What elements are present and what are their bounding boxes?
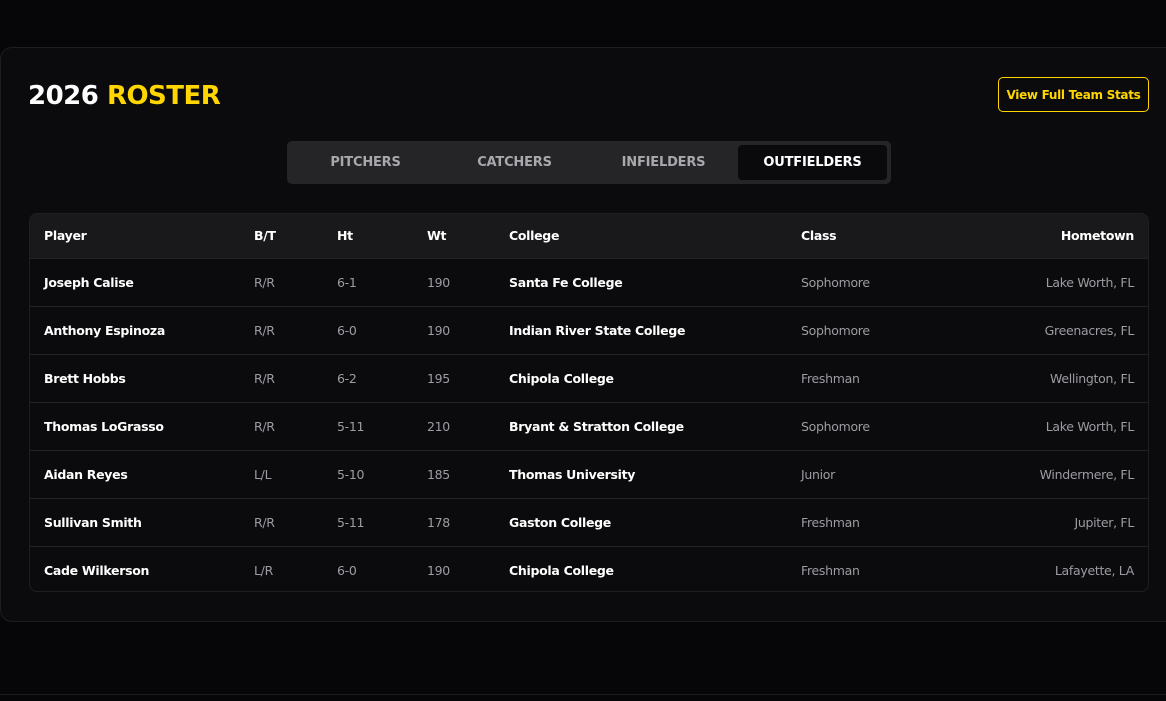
column-header-bt: B/T [254,228,276,244]
college: Gaston College [509,514,611,530]
bats-throws: R/R [254,274,275,290]
height: 6-1 [337,274,357,290]
weight: 210 [427,418,450,434]
college: Indian River State College [509,322,686,338]
weight: 185 [427,466,450,482]
roster-table: Player B/T Ht Wt College Class Hometown … [29,213,1149,592]
table-header-row: Player B/T Ht Wt College Class Hometown [30,214,1148,258]
title-year: 2026 [28,81,99,111]
bats-throws: R/R [254,322,275,338]
weight: 190 [427,562,450,578]
weight: 178 [427,514,450,530]
table-row: Brett Hobbs R/R 6-2 195 Chipola College … [30,354,1148,402]
college: Bryant & Stratton College [509,418,684,434]
bats-throws: R/R [254,418,275,434]
player-name: Sullivan Smith [44,514,142,530]
player-name: Aidan Reyes [44,466,128,482]
weight: 190 [427,274,450,290]
weight: 190 [427,322,450,338]
height: 6-2 [337,370,357,386]
bats-throws: R/R [254,370,275,386]
class-year: Freshman [801,514,860,530]
table-row: Joseph Calise R/R 6-1 190 Santa Fe Colle… [30,258,1148,306]
height: 5-11 [337,514,365,530]
class-year: Freshman [801,370,860,386]
player-name: Brett Hobbs [44,370,126,386]
view-full-team-stats-button[interactable]: View Full Team Stats [998,77,1149,112]
player-name: Joseph Calise [44,274,134,290]
hometown: Lake Worth, FL [1045,274,1135,290]
bats-throws: R/R [254,514,275,530]
hometown: Windermere, FL [1039,466,1135,482]
tab-infielders[interactable]: INFIELDERS [589,145,738,180]
hometown: Jupiter, FL [1074,514,1134,530]
table-row: Thomas LoGrasso R/R 5-11 210 Bryant & St… [30,402,1148,450]
column-header-wt: Wt [427,228,447,244]
class-year: Sophomore [801,322,870,338]
column-header-class: Class [801,228,837,244]
height: 5-10 [337,466,365,482]
class-year: Freshman [801,562,860,578]
player-name: Thomas LoGrasso [44,418,164,434]
column-header-hometown: Hometown [1060,228,1134,244]
column-header-player: Player [44,228,87,244]
college: Santa Fe College [509,274,623,290]
tab-outfielders[interactable]: OUTFIELDERS [738,145,887,180]
hometown: Greenacres, FL [1044,322,1135,338]
hometown: Lafayette, LA [1054,562,1134,578]
page-title: 2026 ROSTER [28,78,221,114]
player-name: Cade Wilkerson [44,562,150,578]
bats-throws: L/L [254,466,272,482]
height: 5-11 [337,418,365,434]
height: 6-0 [337,322,357,338]
title-word: ROSTER [106,81,221,111]
college: Chipola College [509,370,614,386]
class-year: Junior [801,466,835,482]
footer-divider [0,694,1166,695]
table-row: Sullivan Smith R/R 5-11 178 Gaston Colle… [30,498,1148,546]
college: Thomas University [509,466,636,482]
class-year: Sophomore [801,274,870,290]
position-tabs: PITCHERS CATCHERS INFIELDERS OUTFIELDERS [287,141,891,184]
table-row: Anthony Espinoza R/R 6-0 190 Indian Rive… [30,306,1148,354]
column-header-college: College [509,228,560,244]
class-year: Sophomore [801,418,870,434]
weight: 195 [427,370,450,386]
height: 6-0 [337,562,357,578]
player-name: Anthony Espinoza [44,322,166,338]
bats-throws: L/R [254,562,273,578]
table-row: Aidan Reyes L/L 5-10 185 Thomas Universi… [30,450,1148,498]
college: Chipola College [509,562,614,578]
table-row: Cade Wilkerson L/R 6-0 190 Chipola Colle… [30,546,1148,591]
hometown: Wellington, FL [1050,370,1134,386]
hometown: Lake Worth, FL [1045,418,1135,434]
tab-pitchers[interactable]: PITCHERS [291,145,440,180]
tab-catchers[interactable]: CATCHERS [440,145,589,180]
column-header-ht: Ht [337,228,353,244]
